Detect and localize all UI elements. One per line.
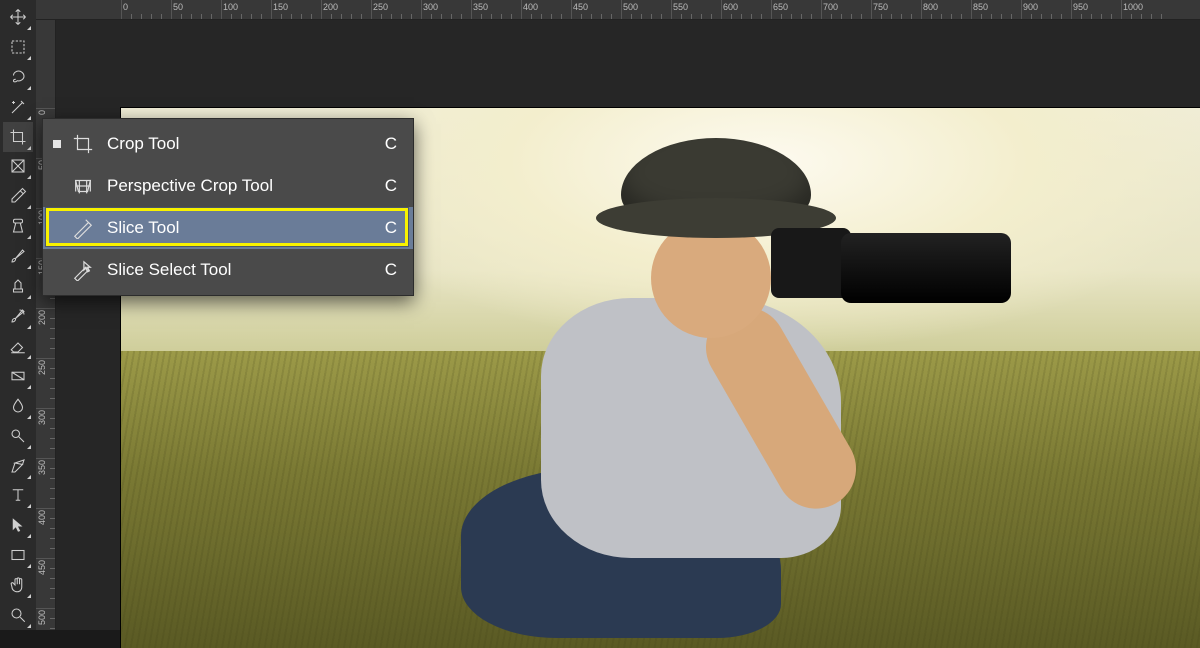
blur-tool[interactable]	[3, 391, 33, 421]
rect-marquee-tool[interactable]	[3, 32, 33, 62]
canvas-area[interactable]	[56, 20, 1200, 630]
flyout-item-label: Slice Tool	[107, 218, 385, 238]
flyout-item-shortcut: C	[385, 176, 397, 196]
eyedropper-tool[interactable]	[3, 181, 33, 211]
type-tool[interactable]	[3, 481, 33, 511]
flyout-item-slice-tool[interactable]: Slice ToolC	[43, 207, 413, 249]
flyout-item-crop-tool[interactable]: Crop ToolC	[43, 123, 413, 165]
crop-tool[interactable]	[3, 122, 33, 152]
perspective-crop-icon	[69, 174, 97, 198]
gradient-tool[interactable]	[3, 361, 33, 391]
pen-tool[interactable]	[3, 451, 33, 481]
tools-panel	[0, 0, 36, 630]
eraser-tool[interactable]	[3, 331, 33, 361]
clone-stamp-tool[interactable]	[3, 271, 33, 301]
flyout-item-shortcut: C	[385, 260, 397, 280]
flyout-item-slice-select-tool[interactable]: Slice Select ToolC	[43, 249, 413, 291]
hand-tool[interactable]	[3, 570, 33, 600]
magic-wand-tool[interactable]	[3, 92, 33, 122]
dodge-tool[interactable]	[3, 421, 33, 451]
horizontal-ruler[interactable]: 0501001502002503003504004505005506006507…	[36, 0, 1200, 20]
crop-icon	[69, 132, 97, 156]
flyout-item-shortcut: C	[385, 134, 397, 154]
photographer	[421, 138, 961, 608]
move-tool[interactable]	[3, 2, 33, 32]
zoom-tool[interactable]	[3, 600, 33, 630]
frame-tool[interactable]	[3, 152, 33, 182]
slice-icon	[69, 216, 97, 240]
vertical-ruler[interactable]: 050100150200250300350400450500550600	[36, 20, 56, 630]
lasso-tool[interactable]	[3, 62, 33, 92]
brush-tool[interactable]	[3, 241, 33, 271]
flyout-item-perspective-crop-tool[interactable]: Perspective Crop ToolC	[43, 165, 413, 207]
history-brush-tool[interactable]	[3, 301, 33, 331]
flyout-item-label: Crop Tool	[107, 134, 385, 154]
slice-select-icon	[69, 258, 97, 282]
flyout-item-shortcut: C	[385, 218, 397, 238]
rectangle-shape-tool[interactable]	[3, 540, 33, 570]
path-select-tool[interactable]	[3, 510, 33, 540]
tool-flyout-menu: Crop ToolCPerspective Crop ToolCSlice To…	[42, 118, 414, 296]
spot-heal-tool[interactable]	[3, 211, 33, 241]
flyout-item-label: Slice Select Tool	[107, 260, 385, 280]
current-indicator	[53, 140, 61, 148]
flyout-item-label: Perspective Crop Tool	[107, 176, 385, 196]
